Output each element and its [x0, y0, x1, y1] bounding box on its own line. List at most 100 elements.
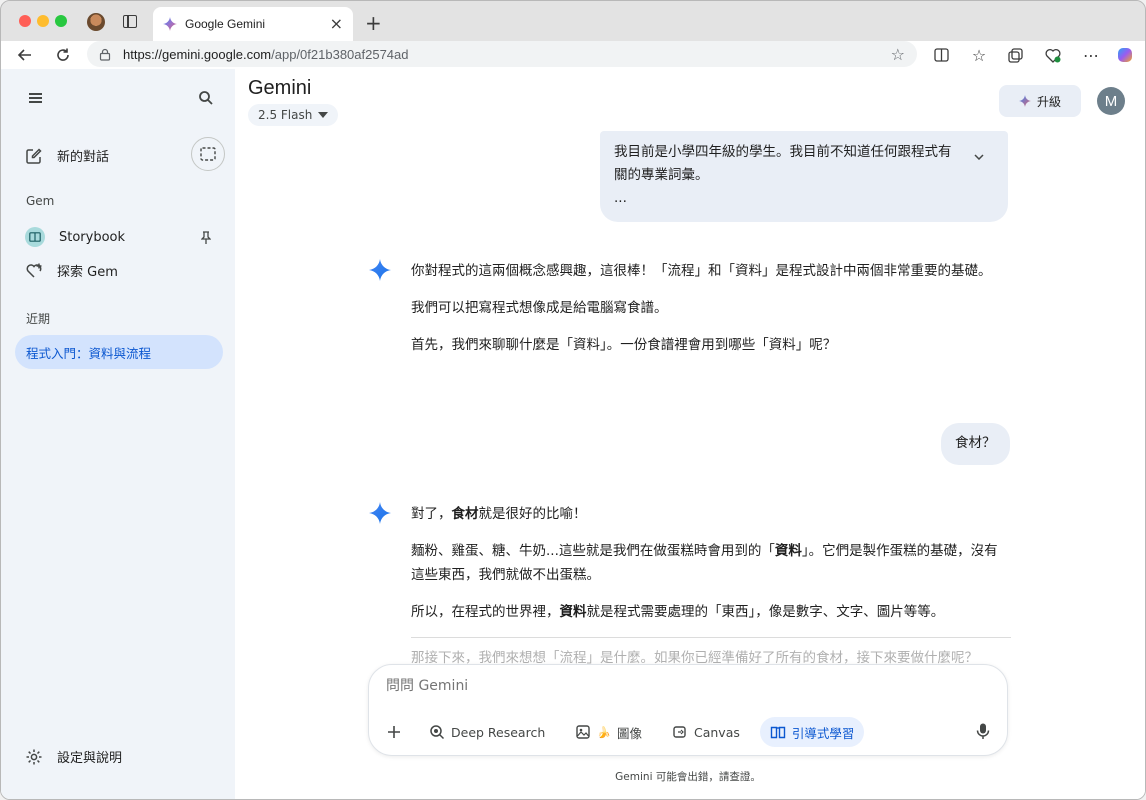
- tab-title: Google Gemini: [185, 17, 266, 31]
- maximize-window-button[interactable]: [55, 15, 67, 27]
- url-path: /app/0f21b380af2574ad: [271, 46, 409, 62]
- browser-essentials-icon[interactable]: [1043, 45, 1063, 65]
- sidebar-item-storybook[interactable]: Storybook: [25, 227, 125, 247]
- image-label: 圖像: [616, 725, 642, 741]
- browser-window: Google Gemini × + https://gemini.google.…: [0, 0, 1146, 800]
- page-title: Gemini: [248, 77, 312, 99]
- gemini-spark-icon: [369, 259, 391, 281]
- url-host: https://gemini.google.com: [123, 46, 272, 62]
- canvas-label: Canvas: [693, 724, 740, 740]
- banana-icon: 🍌: [597, 725, 611, 739]
- microphone-button[interactable]: [973, 721, 993, 741]
- response-paragraph: 所以，在程式的世界裡，資料就是程式需要處理的「東西」，像是數字、文字、圖片等等。: [411, 600, 1011, 624]
- recent-chat-item[interactable]: 程式入門：資料與流程: [15, 335, 223, 369]
- chevron-down-icon: [318, 112, 329, 118]
- tab-close-icon[interactable]: ×: [330, 16, 343, 32]
- back-button[interactable]: [15, 45, 35, 65]
- text-span: 對了，: [411, 506, 452, 522]
- storybook-label: Storybook: [59, 229, 126, 245]
- site-info-icon[interactable]: [99, 48, 111, 61]
- user-message-line: 我目前是小學四年級的學生。我目前不知道任何跟程式有: [614, 144, 952, 160]
- response-paragraph: 麵粉、雞蛋、糖、牛奶...這些就是我們在做蛋糕時會用到的「資料」。它們是製作蛋糕…: [411, 539, 1011, 587]
- menu-button[interactable]: [25, 87, 47, 109]
- new-chat-button[interactable]: 新的對話: [25, 146, 109, 165]
- response-paragraph: 首先，我們來聊聊什麼是「資料」。一份食譜裡會用到哪些「資料」呢？: [411, 337, 837, 353]
- plus-icon: [388, 726, 400, 738]
- user-message: 我目前是小學四年級的學生。我目前不知道任何跟程式有 關的專業詞彙。 ...: [600, 131, 1008, 222]
- deep-research-label: Deep Research: [451, 724, 546, 740]
- tab-strip: Google Gemini × +: [1, 1, 1145, 41]
- reload-icon: [57, 48, 69, 61]
- settings-and-help-button[interactable]: 設定與說明: [25, 747, 122, 766]
- text-span: 所以，在程式的世界裡，: [411, 604, 560, 620]
- new-chat-label: 新的對話: [57, 150, 110, 165]
- avatar[interactable]: M: [1097, 87, 1125, 115]
- image-button[interactable]: 🍌 圖像: [565, 717, 652, 747]
- main-panel: Gemini 2.5 Flash 升級 M 我目前是小學四年級的學生。我目前不知…: [235, 69, 1145, 799]
- settings-icon: [26, 749, 42, 764]
- model-picker[interactable]: 2.5 Flash: [248, 104, 339, 126]
- text-span: 麵粉、雞蛋、糖、牛奶...這些就是我們在做蛋糕時會用到的「: [411, 543, 775, 559]
- response-paragraph: 你對程式的這兩個概念感興趣，這很棒！「流程」和「資料」是程式設計中兩個非常重要的…: [411, 263, 992, 279]
- pin-icon[interactable]: [200, 231, 212, 248]
- bold-text: 食材: [451, 506, 479, 522]
- temporary-chat-button[interactable]: [191, 137, 225, 171]
- edit-icon: [26, 147, 42, 164]
- deep-research-icon: [430, 725, 445, 740]
- expand-message-chevron-icon[interactable]: [974, 145, 984, 168]
- temporary-chat-icon: [200, 147, 216, 161]
- split-screen-icon[interactable]: [931, 45, 951, 65]
- back-arrow-icon: [17, 49, 31, 61]
- model-label: 2.5 Flash: [258, 108, 313, 122]
- reload-button[interactable]: [53, 45, 73, 65]
- bold-text: 資料: [774, 543, 802, 559]
- recent-chat-title: 程式入門：資料與流程: [26, 345, 152, 361]
- favorites-icon[interactable]: ☆: [969, 45, 989, 65]
- user-message-line: 關的專業詞彙。: [614, 167, 709, 183]
- copilot-icon[interactable]: [1115, 45, 1135, 65]
- gem-heading: Gem: [26, 194, 55, 208]
- search-button[interactable]: [195, 87, 217, 109]
- canvas-icon: [673, 726, 686, 738]
- gemini-spark-icon: [369, 502, 391, 524]
- explore-gem-label: 探索 Gem: [57, 265, 118, 280]
- gemini-favicon-icon: [163, 17, 177, 31]
- add-attachment-button[interactable]: [379, 717, 409, 747]
- upgrade-label: 升級: [1036, 94, 1061, 109]
- minimize-window-button[interactable]: [37, 15, 49, 27]
- disclaimer-text: Gemini 可能會出錯，請查證。: [615, 771, 761, 783]
- close-window-button[interactable]: [19, 15, 31, 27]
- new-tab-button[interactable]: +: [365, 11, 382, 35]
- prompt-input[interactable]: [386, 678, 946, 694]
- upgrade-button[interactable]: 升級: [999, 85, 1081, 117]
- browser-toolbar: https://gemini.google.com/app/0f21b380af…: [1, 41, 1145, 69]
- browser-tab-gemini[interactable]: Google Gemini ×: [153, 7, 353, 41]
- guided-learning-button[interactable]: 引導式學習: [759, 717, 865, 747]
- bookmark-star-icon[interactable]: ☆: [891, 45, 905, 64]
- settings-label: 設定與說明: [57, 751, 123, 766]
- gemini-app: 新的對話 Gem Storybook 探索 Gem 近期 程式入門：資料與流程 …: [1, 69, 1145, 799]
- user-message-text: 食材？: [955, 435, 996, 451]
- url-text: https://gemini.google.com/app/0f21b380af…: [123, 47, 879, 62]
- collections-icon[interactable]: [1005, 45, 1025, 65]
- sidebar-item-explore-gem[interactable]: 探索 Gem: [25, 261, 118, 280]
- model-response: 對了，食材就是很好的比喻！ 麵粉、雞蛋、糖、牛奶...這些就是我們在做蛋糕時會用…: [411, 502, 1011, 683]
- more-options-icon[interactable]: ⋯: [1081, 45, 1101, 65]
- storybook-icon: [25, 227, 45, 247]
- response-paragraph: 對了，食材就是很好的比喻！: [411, 502, 1011, 526]
- prompt-composer: Deep Research 🍌 圖像 Canvas 引導式學習: [368, 664, 1008, 756]
- tab-actions-icon[interactable]: [123, 15, 137, 28]
- search-icon: [199, 91, 213, 105]
- mic-icon: [976, 723, 990, 739]
- text-span: 就是程式需要處理的「東西」，像是數字、文字、圖片等等。: [586, 604, 945, 620]
- address-bar[interactable]: https://gemini.google.com/app/0f21b380af…: [87, 41, 917, 67]
- response-paragraph: 我們可以把寫程式想像成是給電腦寫食譜。: [411, 300, 668, 316]
- guided-learning-icon: [770, 726, 786, 739]
- guided-learning-label: 引導式學習: [791, 725, 855, 741]
- canvas-button[interactable]: Canvas: [662, 717, 750, 747]
- browser-profile-avatar[interactable]: [87, 13, 105, 31]
- model-response: 你對程式的這兩個概念感興趣，這很棒！「流程」和「資料」是程式設計中兩個非常重要的…: [411, 259, 1011, 370]
- image-icon: [576, 725, 590, 739]
- deep-research-button[interactable]: Deep Research: [419, 717, 555, 747]
- text-span: 就是很好的比喻！: [478, 506, 587, 522]
